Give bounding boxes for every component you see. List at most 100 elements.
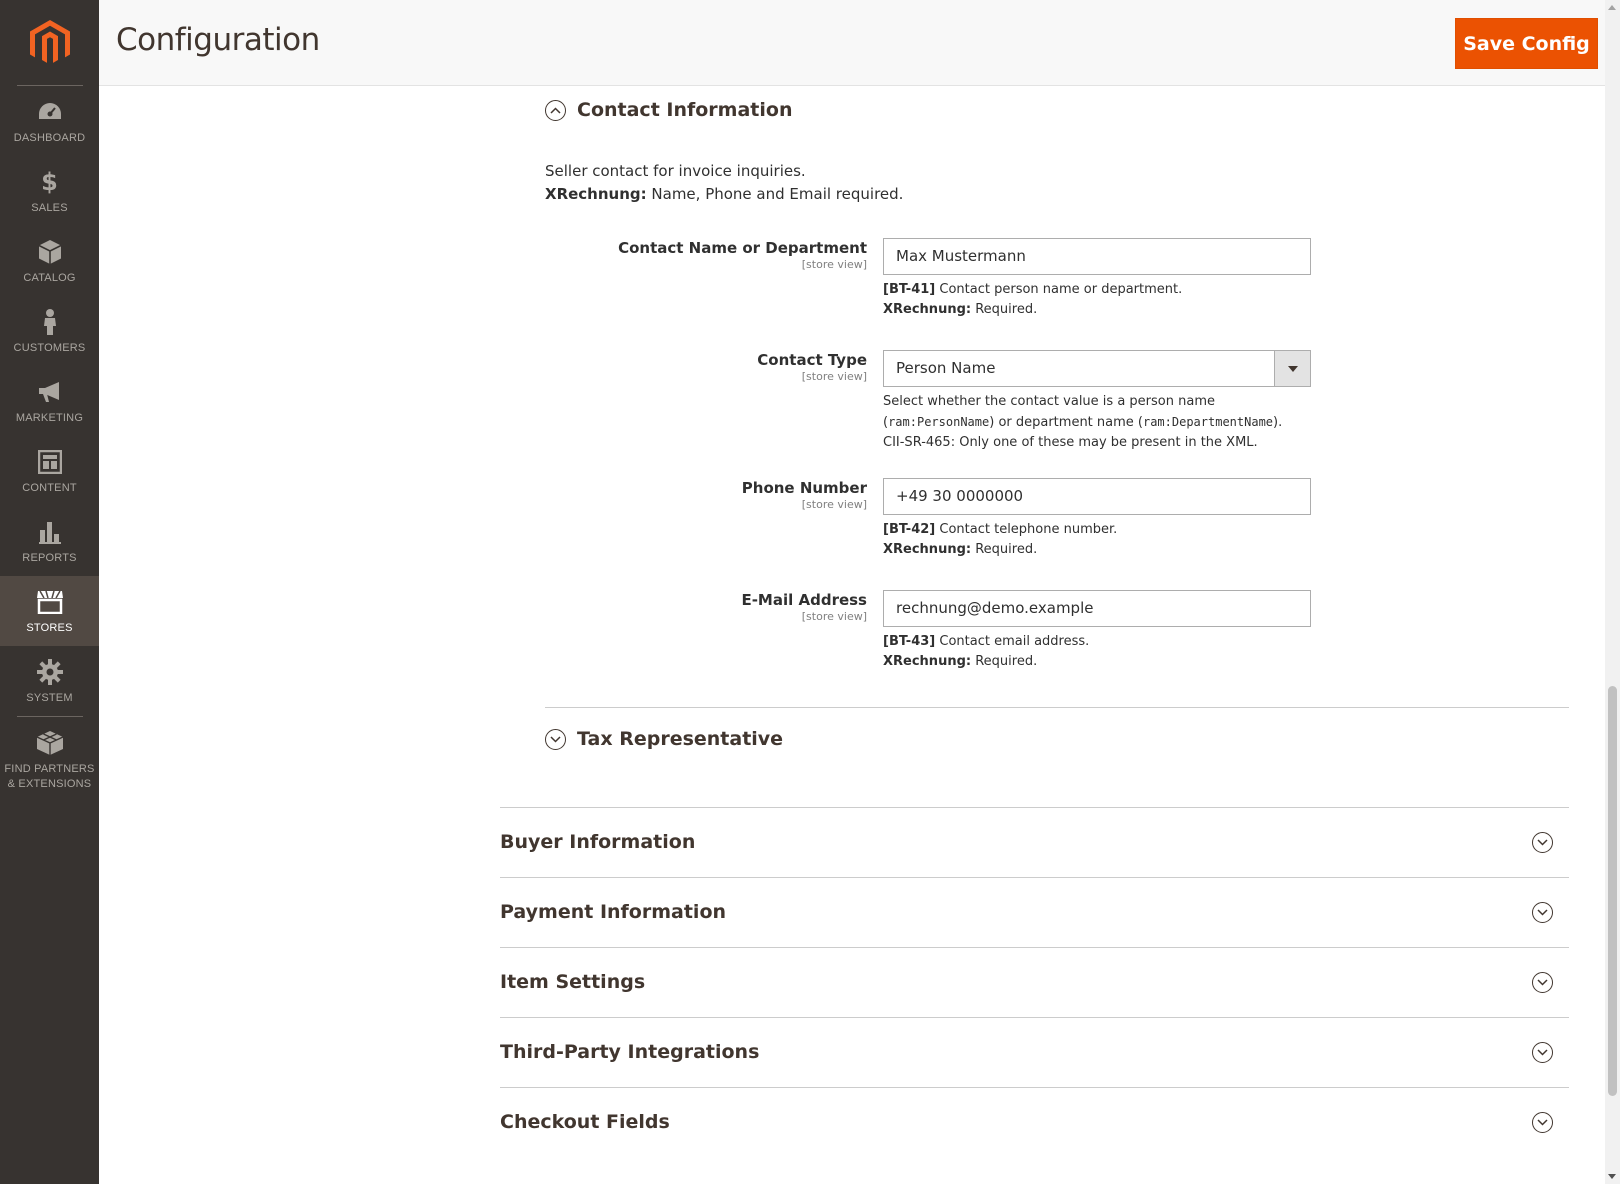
sidebar-item-label: DASHBOARD bbox=[13, 131, 86, 144]
sidebar-item-sales[interactable]: $ SALES bbox=[0, 156, 99, 226]
scrollbar-thumb[interactable] bbox=[1608, 686, 1617, 1096]
sidebar-item-dashboard[interactable]: DASHBOARD bbox=[0, 86, 99, 156]
chevron-down-icon bbox=[1532, 902, 1553, 923]
sidebar-item-label: MARKETING bbox=[15, 411, 84, 424]
group-title: Buyer Information bbox=[500, 831, 696, 853]
bt-code: [BT-41] bbox=[883, 282, 936, 297]
dropdown-arrow-icon bbox=[1274, 351, 1310, 386]
email-address-input[interactable]: rechnung@demo.example bbox=[883, 590, 1311, 627]
sidebar-item-reports[interactable]: REPORTS bbox=[0, 506, 99, 576]
code-department-name: ram:DepartmentName bbox=[1142, 415, 1274, 429]
section-title: Contact Information bbox=[577, 99, 793, 121]
sidebar-item-label: REPORTS bbox=[22, 551, 77, 564]
bt-code: [BT-42] bbox=[883, 522, 936, 537]
phone-number-input[interactable]: +49 30 0000000 bbox=[883, 478, 1311, 515]
note-text: Required. bbox=[971, 302, 1038, 317]
description-line: XRechnung: Name, Phone and Email require… bbox=[545, 183, 903, 206]
sidebar-item-catalog[interactable]: CATALOG bbox=[0, 226, 99, 296]
magento-logo[interactable] bbox=[0, 0, 99, 85]
field-label: Phone Number bbox=[741, 479, 867, 497]
layout-icon bbox=[35, 447, 65, 477]
chevron-down-icon bbox=[1532, 972, 1553, 993]
note-text: Required. bbox=[971, 654, 1038, 669]
blocks-icon bbox=[35, 728, 65, 758]
magento-logo-icon bbox=[29, 19, 70, 63]
sidebar-item-label: CONTENT bbox=[22, 481, 77, 494]
field-note: [BT-41] Contact person name or departmen… bbox=[883, 280, 1323, 320]
sidebar-item-label: & EXTENSIONS bbox=[7, 778, 92, 790]
contact-name-input[interactable]: Max Mustermann bbox=[883, 238, 1311, 275]
note-text: Required. bbox=[971, 542, 1038, 557]
contact-information-toggle[interactable]: Contact Information bbox=[545, 99, 792, 121]
description-text: Name, Phone and Email required. bbox=[646, 185, 904, 203]
field-label-contact-type: Contact Type [store view] bbox=[467, 351, 867, 383]
config-content: Contact Information Seller contact for i… bbox=[99, 86, 1605, 1184]
chevron-down-icon bbox=[1532, 1112, 1553, 1133]
section-description: Seller contact for invoice inquiries. XR… bbox=[545, 160, 903, 206]
select-value: Person Name bbox=[896, 359, 996, 377]
chevron-down-icon bbox=[545, 728, 566, 750]
field-note: [BT-43] Contact email address. XRechnung… bbox=[883, 632, 1323, 672]
description-line: Seller contact for invoice inquiries. bbox=[545, 162, 806, 180]
dollar-icon: $ bbox=[41, 167, 58, 196]
tax-representative-toggle[interactable]: Tax Representative bbox=[545, 728, 783, 750]
note-text: Contact person name or department. bbox=[935, 282, 1183, 297]
group-item-settings[interactable]: Item Settings bbox=[500, 948, 1569, 1018]
section-divider bbox=[545, 707, 1569, 708]
scroll-up-arrow-icon[interactable] bbox=[1608, 5, 1616, 10]
field-note: [BT-42] Contact telephone number. XRechn… bbox=[883, 520, 1323, 560]
note-text: ). bbox=[1273, 415, 1283, 430]
sidebar-item-label: SALES bbox=[31, 201, 68, 214]
note-text: Select whether the contact value is a pe… bbox=[883, 394, 1215, 409]
xrechnung-label: XRechnung: bbox=[883, 302, 972, 317]
note-text: CII-SR-465: Only one of these may be pre… bbox=[883, 435, 1258, 450]
sidebar-item-find-partners[interactable]: FIND PARTNERS & EXTENSIONS bbox=[0, 717, 99, 803]
field-label-phone: Phone Number [store view] bbox=[467, 479, 867, 511]
xrechnung-label: XRechnung: bbox=[883, 654, 972, 669]
group-third-party-integrations[interactable]: Third-Party Integrations bbox=[500, 1018, 1569, 1088]
sidebar-item-marketing[interactable]: MARKETING bbox=[0, 366, 99, 436]
group-buyer-information[interactable]: Buyer Information bbox=[500, 808, 1569, 878]
group-payment-information[interactable]: Payment Information bbox=[500, 878, 1569, 948]
sidebar-item-customers[interactable]: CUSTOMERS bbox=[0, 296, 99, 366]
sidebar-item-label: CUSTOMERS bbox=[13, 341, 86, 354]
admin-sidebar: DASHBOARD $ SALES CATALOG CUSTOMERS MARK… bbox=[0, 0, 99, 1184]
sidebar-item-label: CATALOG bbox=[23, 271, 76, 284]
gear-icon bbox=[35, 657, 65, 687]
group-checkout-fields[interactable]: Checkout Fields bbox=[500, 1088, 1569, 1158]
note-text: Contact email address. bbox=[935, 634, 1090, 649]
page-scrollbar[interactable] bbox=[1605, 0, 1620, 1184]
field-scope: [store view] bbox=[801, 258, 867, 271]
note-text: Contact telephone number. bbox=[935, 522, 1118, 537]
field-label: E-Mail Address bbox=[741, 591, 867, 609]
bar-chart-icon bbox=[35, 517, 65, 547]
person-icon bbox=[35, 307, 65, 337]
chevron-up-icon bbox=[545, 99, 566, 121]
field-scope: [store view] bbox=[801, 610, 867, 623]
group-title: Item Settings bbox=[500, 971, 646, 993]
page-header: Configuration Save Config bbox=[99, 0, 1605, 86]
group-title: Checkout Fields bbox=[500, 1111, 670, 1133]
box-icon bbox=[35, 237, 65, 267]
sidebar-item-label: STORES bbox=[26, 621, 73, 634]
sidebar-item-system[interactable]: SYSTEM bbox=[0, 646, 99, 716]
contact-type-select[interactable]: Person Name bbox=[883, 350, 1311, 387]
field-label: Contact Type bbox=[757, 351, 867, 369]
save-config-button[interactable]: Save Config bbox=[1455, 18, 1598, 69]
field-scope: [store view] bbox=[801, 498, 867, 511]
sidebar-item-stores[interactable]: STORES bbox=[0, 576, 99, 646]
section-title: Tax Representative bbox=[577, 728, 784, 750]
group-title: Third-Party Integrations bbox=[500, 1041, 760, 1063]
sidebar-item-content[interactable]: CONTENT bbox=[0, 436, 99, 506]
storefront-icon bbox=[35, 587, 65, 617]
xrechnung-label: XRechnung: bbox=[545, 185, 647, 203]
megaphone-icon bbox=[35, 377, 65, 407]
scroll-down-arrow-icon[interactable] bbox=[1608, 1174, 1616, 1179]
code-person-name: ram:PersonName bbox=[888, 415, 990, 429]
sidebar-item-label: SYSTEM bbox=[26, 691, 73, 704]
chevron-down-icon bbox=[1532, 832, 1553, 853]
chevron-down-icon bbox=[1532, 1042, 1553, 1063]
bt-code: [BT-43] bbox=[883, 634, 936, 649]
note-text: ) or department name ( bbox=[989, 415, 1143, 430]
group-title: Payment Information bbox=[500, 901, 727, 923]
